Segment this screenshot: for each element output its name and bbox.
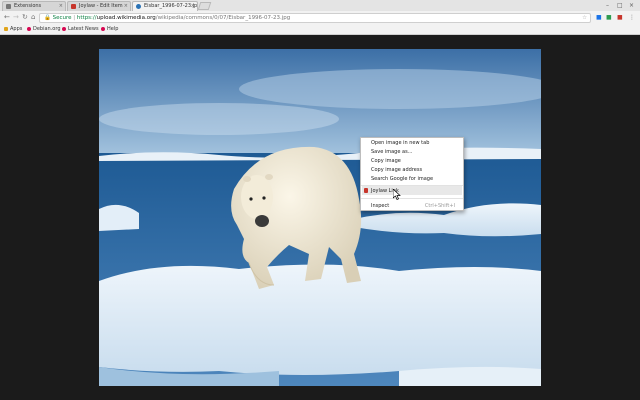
debian-icon <box>27 26 31 31</box>
secure-label: Secure <box>52 15 72 21</box>
tab-extensions[interactable]: Extensions × <box>2 1 66 11</box>
menu-item-save-image-as[interactable]: Save image as... <box>371 148 412 156</box>
page-viewport <box>0 35 640 400</box>
menu-item-copy-image[interactable]: Copy image <box>371 157 401 165</box>
apps-grid-icon <box>4 26 8 31</box>
lock-icon: 🔒 <box>44 15 51 21</box>
news-icon <box>62 26 66 31</box>
menu-item-copy-image-address[interactable]: Copy image address <box>371 166 422 174</box>
wikimedia-icon <box>136 4 141 9</box>
joylaw-icon <box>364 188 368 193</box>
bookmark-label: Debian.org <box>33 26 61 32</box>
polar-bear-image[interactable] <box>99 49 541 386</box>
new-tab-button[interactable] <box>197 2 212 10</box>
bookmark-label: Latest News <box>68 26 99 32</box>
tab-joylaw[interactable]: Joylaw - Edit Item × <box>67 1 131 11</box>
bookmark-star-icon[interactable]: ☆ <box>582 14 587 22</box>
tab-eisbar[interactable]: Eisbar_1996-07-23.jp × <box>132 1 198 11</box>
menu-icon[interactable]: ⋮ <box>629 13 635 22</box>
url-separator: | <box>73 15 76 21</box>
joylaw-icon <box>71 4 76 9</box>
menu-item-search-google-image[interactable]: Search Google for image <box>371 175 433 183</box>
bookmark-help[interactable]: Help <box>101 24 118 34</box>
maximize-icon[interactable]: □ <box>617 1 623 10</box>
bookmark-label: Help <box>107 26 119 32</box>
browser-chrome: Extensions × Joylaw - Edit Item × Eisbar… <box>0 0 640 35</box>
url-host: upload.wikimedia.org <box>96 15 156 21</box>
tab-title: Eisbar_1996-07-23.jp <box>144 3 198 9</box>
minimize-icon[interactable]: – <box>606 1 609 10</box>
menu-divider <box>361 198 463 199</box>
menu-item-inspect[interactable]: Inspect <box>371 202 389 210</box>
close-icon[interactable]: × <box>124 2 128 11</box>
back-icon[interactable]: ← <box>4 13 10 22</box>
close-icon[interactable]: × <box>59 2 63 11</box>
extension-icon[interactable]: ■ <box>596 13 602 22</box>
bookmark-apps[interactable]: Apps <box>4 24 22 34</box>
forward-icon[interactable]: → <box>13 13 19 22</box>
reload-icon[interactable]: ↻ <box>22 13 28 22</box>
bookmark-latest-news[interactable]: Latest News <box>62 24 99 34</box>
menu-divider <box>361 185 463 186</box>
extension-icon[interactable]: ■ <box>606 13 612 22</box>
url-path: /wikipedia/commons/0/07/Eisbar_1996-07-2… <box>155 15 291 21</box>
polar-bear-photo <box>99 49 541 386</box>
help-icon <box>101 26 105 31</box>
tab-title: Extensions <box>14 3 42 9</box>
address-bar[interactable]: 🔒 Secure | https://upload.wikimedia.org/… <box>39 13 591 23</box>
bookmark-label: Apps <box>10 26 23 32</box>
window-close-icon[interactable]: × <box>629 1 634 10</box>
home-icon[interactable]: ⌂ <box>31 13 35 22</box>
mouse-cursor-icon <box>393 189 401 200</box>
inspect-shortcut: Ctrl+Shift+I <box>424 203 455 209</box>
puzzle-icon <box>6 4 11 9</box>
bookmark-debian[interactable]: Debian.org <box>27 24 61 34</box>
tab-title: Joylaw - Edit Item <box>79 3 123 9</box>
url-scheme: https:// <box>76 15 97 21</box>
close-icon[interactable]: × <box>191 2 195 11</box>
joylaw-extension-icon[interactable]: ■ <box>617 13 623 22</box>
toolbar: ← → ↻ ⌂ 🔒 Secure | https://upload.wikime… <box>0 11 640 24</box>
menu-item-open-image-new-tab[interactable]: Open image in new tab <box>371 139 429 147</box>
bookmarks-bar: Apps Debian.org Latest News Help <box>0 24 640 35</box>
tab-strip: Extensions × Joylaw - Edit Item × Eisbar… <box>0 0 640 11</box>
context-menu: Open image in new tab Save image as... C… <box>360 137 464 211</box>
